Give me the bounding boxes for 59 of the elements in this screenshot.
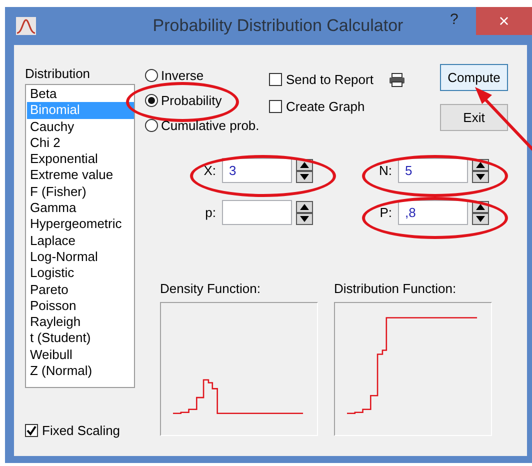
triangle-down-icon	[300, 174, 309, 180]
list-item[interactable]: F (Fisher)	[27, 184, 134, 200]
triangle-down-icon	[476, 174, 485, 180]
list-item[interactable]: Chi 2	[27, 134, 134, 152]
help-button[interactable]: ?	[450, 11, 476, 28]
triangle-up-icon	[300, 162, 309, 168]
list-item[interactable]: Z (Normal)	[27, 363, 134, 380]
checkbox-label: Fixed Scaling	[42, 423, 120, 438]
triangle-up-icon	[476, 162, 485, 168]
bell-curve-icon	[16, 17, 36, 35]
dialog-button[interactable]: Compute	[440, 64, 508, 91]
list-item[interactable]: Extreme value	[27, 167, 134, 184]
list-item[interactable]: Exponential	[27, 151, 134, 168]
list-item[interactable]: Rayleigh	[27, 314, 134, 330]
field-label: N:	[379, 163, 392, 178]
field-label: X:	[204, 163, 216, 178]
checkbox[interactable]	[269, 100, 282, 113]
radio-label: Inverse	[161, 68, 204, 83]
plot-title: Density Function:	[160, 281, 262, 297]
window-title: Probability Distribution Calculator	[152, 16, 404, 36]
checkbox[interactable]	[269, 73, 282, 86]
radio-button[interactable]	[145, 94, 158, 107]
list-item[interactable]: Logistic	[27, 265, 134, 282]
dialog-button[interactable]: Exit	[440, 104, 508, 131]
triangle-down-icon	[300, 216, 309, 222]
input-field[interactable]	[222, 200, 292, 225]
checkbox[interactable]	[25, 424, 38, 437]
spin-down-button[interactable]	[296, 170, 313, 182]
list-item[interactable]: Log-Normal	[27, 248, 134, 266]
list-item[interactable]: Weibull	[27, 346, 134, 364]
input-field[interactable]: 5	[398, 158, 468, 183]
spin-down-button[interactable]	[472, 212, 489, 224]
radio-label: Probability	[161, 93, 222, 108]
input-field[interactable]: ,8	[398, 200, 468, 225]
triangle-up-icon	[300, 204, 309, 210]
spin-down-button[interactable]	[472, 170, 489, 182]
close-button[interactable]: ×	[476, 7, 532, 35]
radio-label: Cumulative prob.	[161, 118, 260, 133]
list-item[interactable]: Laplace	[27, 232, 134, 249]
field-label: P:	[380, 205, 392, 220]
spin-up-button[interactable]	[296, 200, 313, 212]
input-field[interactable]: 3	[222, 158, 292, 183]
radio-button[interactable]	[145, 119, 158, 132]
list-item[interactable]: Beta	[27, 86, 134, 102]
list-item[interactable]: Gamma	[27, 200, 134, 216]
list-item[interactable]: Hypergeometric	[27, 216, 134, 233]
plot-title: Distribution Function:	[334, 281, 458, 297]
list-item[interactable]: Pareto	[27, 282, 134, 298]
list-item[interactable]: Cauchy	[27, 118, 134, 135]
list-item[interactable]: Poisson	[27, 298, 134, 314]
list-label: Distribution	[25, 66, 92, 83]
checkbox-label: Create Graph	[286, 99, 365, 114]
radio-button[interactable]	[145, 69, 158, 82]
triangle-down-icon	[476, 216, 485, 222]
list-item[interactable]: t (Student)	[27, 330, 134, 347]
field-label: p:	[205, 205, 216, 220]
checkbox-label: Send to Report	[286, 72, 374, 87]
spin-down-button[interactable]	[296, 212, 313, 224]
triangle-up-icon	[476, 204, 485, 210]
